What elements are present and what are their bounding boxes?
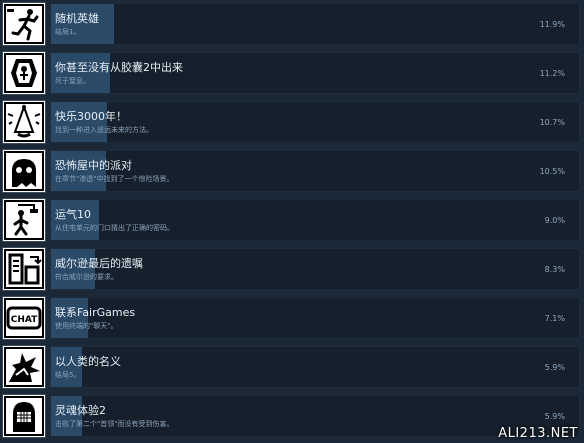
achievement-description: 结局1。	[55, 28, 81, 36]
achievement-description: 从住宅单元的门口猜出了正确的密码。	[55, 224, 174, 232]
achievement-description: 找到一种进入遥远未来的方法。	[55, 126, 153, 134]
unlock-percentage: 10.5%	[539, 167, 565, 176]
progress-bar: 以人类的名义 结局5。 5.9%	[50, 346, 580, 388]
achievement-title: 以人类的名义	[55, 355, 121, 368]
achievement-title: 随机英雄	[55, 12, 99, 25]
achievement-row[interactable]: 以人类的名义 结局5。 5.9%	[0, 344, 584, 390]
unlock-percentage: 5.9%	[544, 412, 565, 421]
running-figure-icon	[2, 2, 46, 46]
unlock-percentage: 7.1%	[544, 314, 565, 323]
unlock-percentage: 11.2%	[539, 69, 565, 78]
unlock-percentage: 11.9%	[539, 20, 565, 29]
achievement-row[interactable]: 灵魂体验2 击败了第二个"首领"而没有受到伤害。 5.9%	[0, 393, 584, 439]
progress-bar: 威尔逊最后的遗嘱 符合威尔逊的要求。 8.3%	[50, 248, 580, 290]
achievement-row[interactable]: CHAT 联系FairGames 使用终端的"聊天"。 7.1%	[0, 295, 584, 341]
progress-bar: 恐怖屋中的派对 在章节"渗透"中找到了一个惊险场景。 10.5%	[50, 150, 580, 192]
achievement-row[interactable]: 运气10 从住宅单元的门口猜出了正确的密码。 9.0%	[0, 197, 584, 243]
achievement-title: 运气10	[55, 208, 91, 221]
achievement-title: 你甚至没有从胶囊2中出来	[55, 61, 183, 74]
unlock-percentage: 9.0%	[544, 216, 565, 225]
achievement-title: 联系FairGames	[55, 306, 136, 319]
achievement-row[interactable]: 威尔逊最后的遗嘱 符合威尔逊的要求。 8.3%	[0, 246, 584, 292]
progress-bar: 联系FairGames 使用终端的"聊天"。 7.1%	[50, 297, 580, 339]
achievement-description: 死于窒息。	[55, 77, 90, 85]
achievement-list: 随机英雄 结局1。 11.9% 你甚至没有从胶囊2中出来 死于窒息。 11.2%	[0, 0, 584, 443]
achievement-row[interactable]: 快乐3000年！ 找到一种进入遥远未来的方法。 10.7%	[0, 99, 584, 145]
chat-icon: CHAT	[2, 296, 46, 340]
unlock-percentage: 8.3%	[544, 265, 565, 274]
progress-bar: 运气10 从住宅单元的门口猜出了正确的密码。 9.0%	[50, 199, 580, 241]
document-tablet-icon	[2, 247, 46, 291]
achievement-description: 使用终端的"聊天"。	[55, 322, 118, 330]
svg-text:CHAT: CHAT	[11, 315, 38, 325]
achievement-title: 恐怖屋中的派对	[55, 159, 132, 172]
capsule-icon	[2, 51, 46, 95]
explosion-icon	[2, 345, 46, 389]
progress-bar: 快乐3000年！ 找到一种进入遥远未来的方法。 10.7%	[50, 101, 580, 143]
unlock-percentage: 5.9%	[544, 363, 565, 372]
achievement-title: 快乐3000年！	[55, 110, 127, 123]
unlock-percentage: 10.7%	[539, 118, 565, 127]
watermark: ALI213.NET	[498, 426, 578, 441]
achievement-row[interactable]: 你甚至没有从胶囊2中出来 死于窒息。 11.2%	[0, 50, 584, 96]
achievement-description: 结局5。	[55, 371, 81, 379]
achievement-title: 灵魂体验2	[55, 404, 106, 417]
achievement-description: 在章节"渗透"中找到了一个惊险场景。	[55, 175, 174, 183]
achievement-row[interactable]: 恐怖屋中的派对 在章节"渗透"中找到了一个惊险场景。 10.5%	[0, 148, 584, 194]
progress-bar: 你甚至没有从胶囊2中出来 死于窒息。 11.2%	[50, 52, 580, 94]
falling-figure-icon	[2, 198, 46, 242]
party-hat-icon	[2, 100, 46, 144]
achievement-row[interactable]: 随机英雄 结局1。 11.9%	[0, 1, 584, 47]
achievement-title: 威尔逊最后的遗嘱	[55, 257, 143, 270]
achievement-description: 击败了第二个"首领"而没有受到伤害。	[55, 420, 174, 428]
ghost-figure-icon	[2, 149, 46, 193]
helmet-icon	[2, 394, 46, 438]
achievement-description: 符合威尔逊的要求。	[55, 273, 118, 281]
progress-bar: 随机英雄 结局1。 11.9%	[50, 3, 580, 45]
